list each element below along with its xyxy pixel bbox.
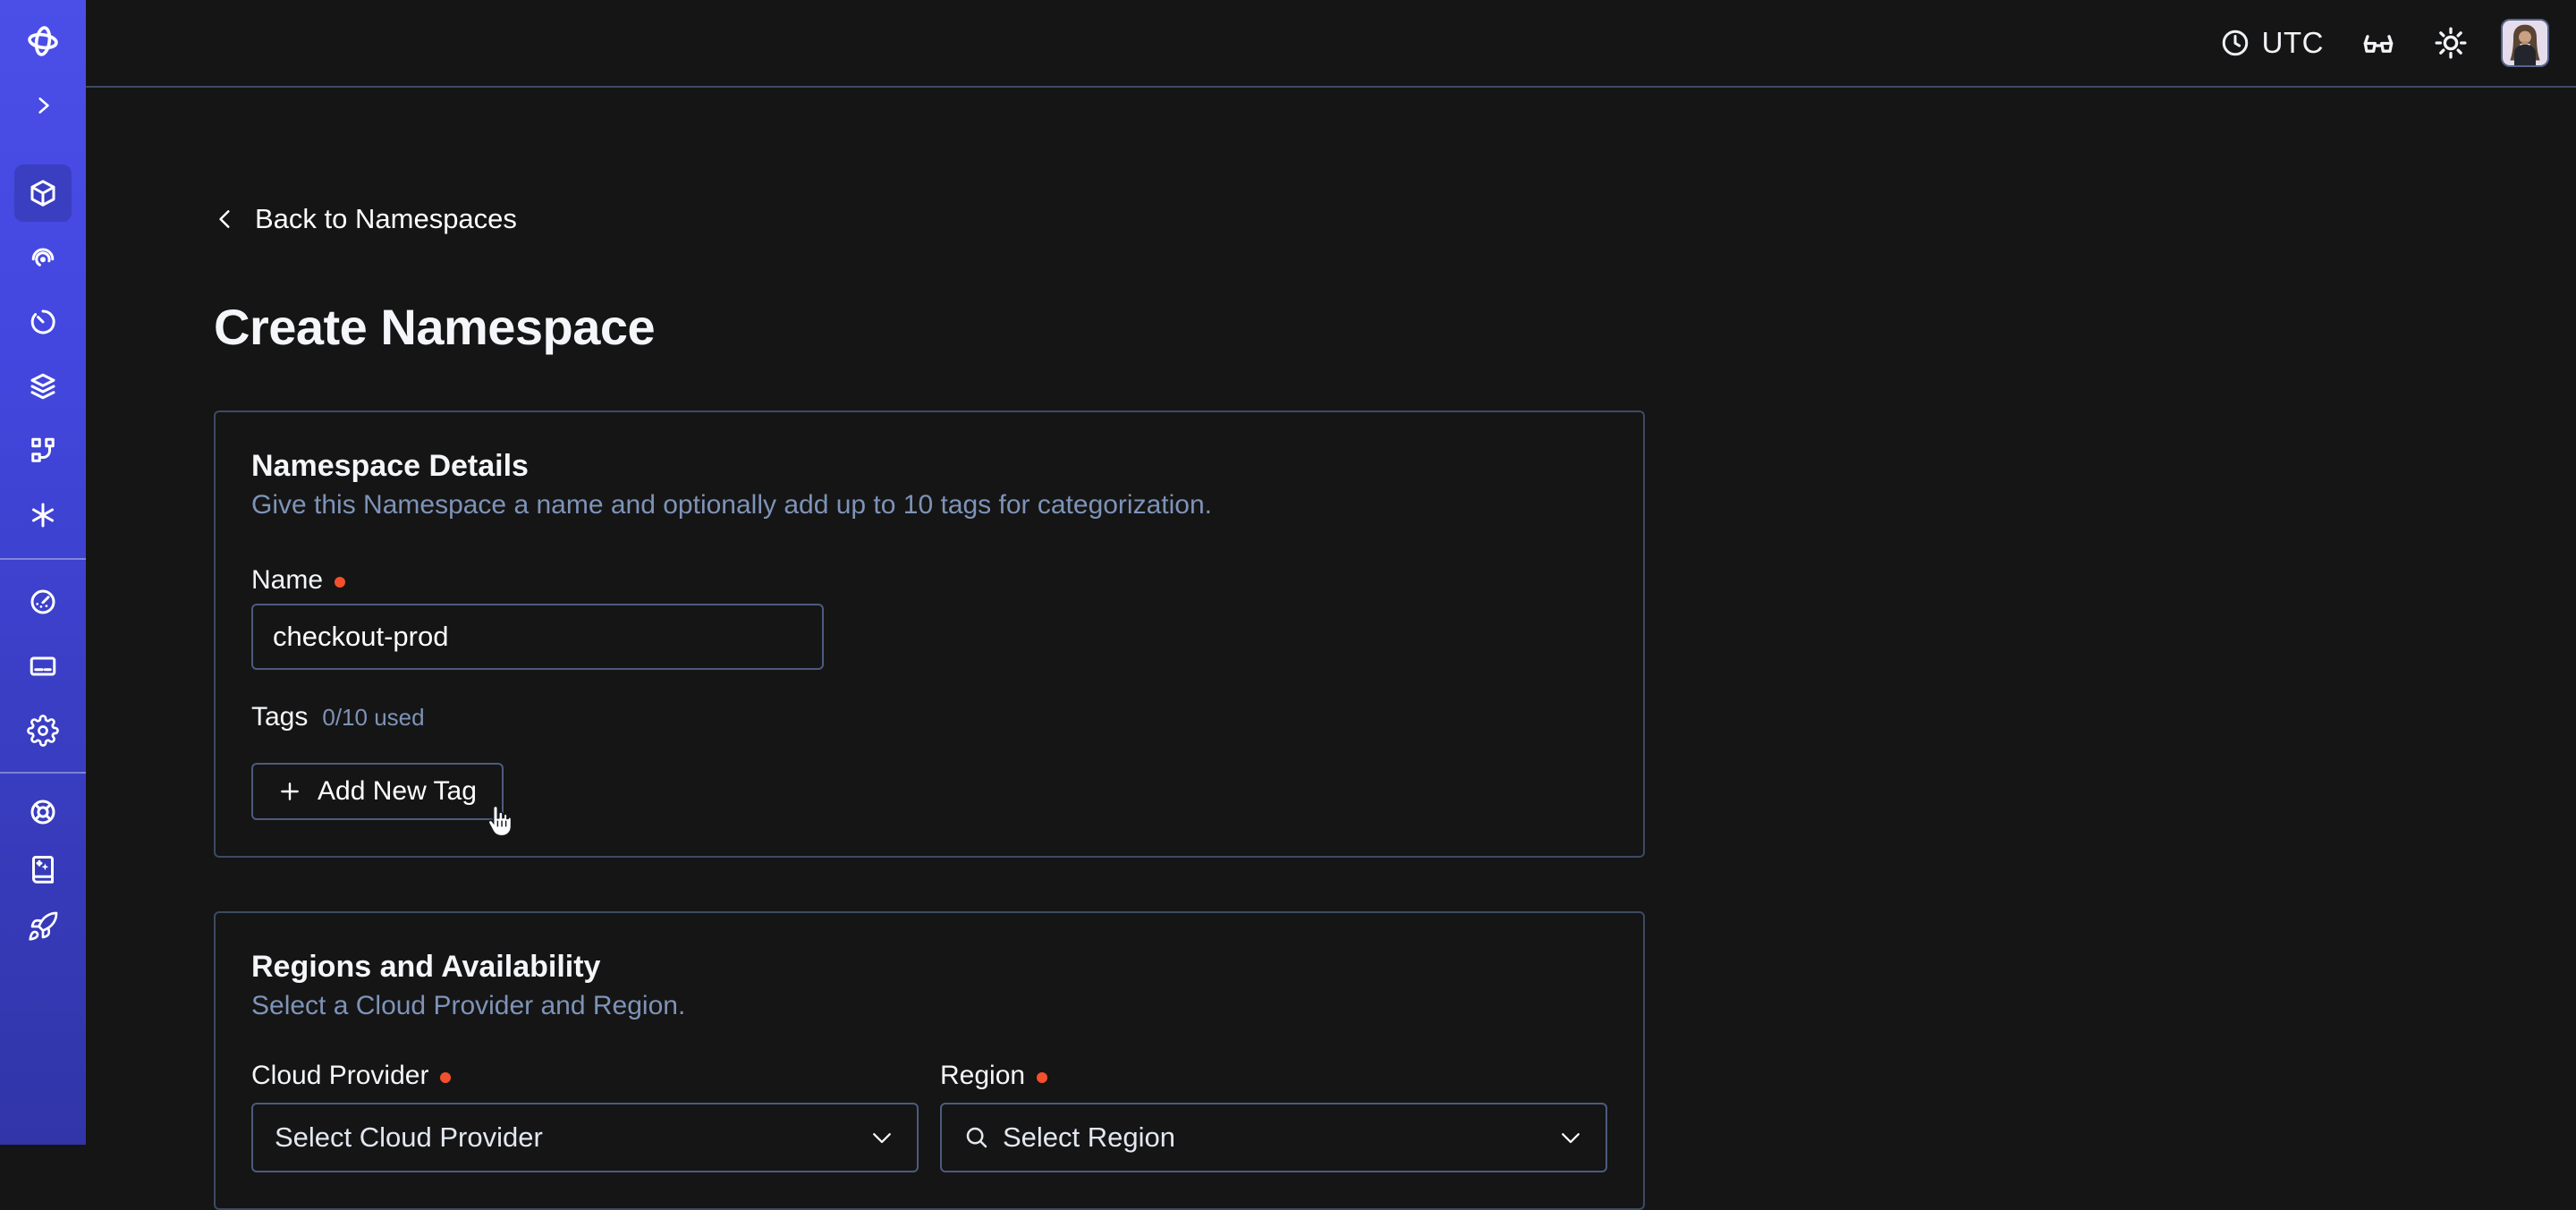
- topbar: UTC: [86, 0, 2576, 88]
- usage-gauge-icon: [27, 586, 59, 618]
- sidebar-item-workflows[interactable]: [14, 229, 72, 286]
- clock-icon: [2219, 27, 2251, 59]
- namespace-details-card: Namespace Details Give this Namespace a …: [214, 410, 1645, 858]
- required-dot: [440, 1072, 451, 1083]
- back-link-label: Back to Namespaces: [255, 204, 517, 234]
- settings-gear-icon: [27, 715, 59, 747]
- sidebar-item-namespaces[interactable]: [14, 165, 72, 222]
- cloud-provider-field: Cloud Provider Select Cloud Provider: [251, 1060, 919, 1172]
- nexus-asterisk-icon: [27, 499, 59, 531]
- chevron-left-icon: [214, 206, 237, 233]
- reader-mode-button[interactable]: [2360, 25, 2397, 61]
- main-content: Back to Namespaces Create Namespace Name…: [86, 88, 2576, 1145]
- sidebar-item-nexus[interactable]: [14, 487, 72, 544]
- chevron-down-icon: [869, 1124, 895, 1151]
- sidebar-item-support[interactable]: [14, 787, 72, 837]
- sidebar-item-usage[interactable]: [14, 573, 72, 630]
- sidebar-item-billing[interactable]: [14, 638, 72, 695]
- deployments-layers-icon: [27, 370, 59, 402]
- workflows-spiral-icon: [27, 241, 59, 274]
- tags-header: Tags 0/10 used: [251, 700, 1607, 734]
- sidebar-item-getting-started[interactable]: [14, 901, 72, 952]
- sidebar-item-docs[interactable]: [14, 844, 72, 894]
- namespaces-cube-icon: [27, 177, 59, 209]
- docs-book-icon: [27, 853, 59, 885]
- sidebar-nav-help: [14, 787, 72, 952]
- schedules-timer-icon: [27, 306, 59, 338]
- timezone-selector[interactable]: UTC: [2219, 26, 2324, 60]
- add-new-tag-button[interactable]: Add New Tag: [251, 763, 504, 820]
- regions-availability-card: Regions and Availability Select a Cloud …: [214, 911, 1645, 1210]
- getting-started-rocket-icon: [27, 910, 59, 943]
- required-dot: [1037, 1072, 1047, 1083]
- region-field: Region Select Region: [940, 1060, 1607, 1172]
- back-to-namespaces-link[interactable]: Back to Namespaces: [214, 204, 517, 234]
- temporal-logo-icon: [24, 21, 62, 61]
- plus-icon: [278, 780, 301, 803]
- chevron-down-icon: [1557, 1124, 1584, 1151]
- card-subtitle: Give this Namespace a name and optionall…: [251, 487, 1607, 523]
- glasses-icon: [2360, 25, 2397, 61]
- billing-card-icon: [27, 650, 59, 682]
- cloud-provider-label: Cloud Provider: [251, 1060, 919, 1092]
- name-field-label: Name: [251, 564, 1607, 597]
- region-label-text: Region: [940, 1060, 1025, 1092]
- cloud-provider-label-text: Cloud Provider: [251, 1060, 428, 1092]
- avatar-portrait: [2503, 21, 2547, 65]
- namespace-name-input[interactable]: [251, 604, 824, 670]
- card-title: Namespace Details: [251, 446, 1607, 486]
- sidebar-nav-account: [14, 573, 72, 759]
- sidebar-item-schedules[interactable]: [14, 293, 72, 351]
- sun-icon: [2433, 25, 2469, 61]
- sidebar: [0, 0, 86, 1145]
- theme-toggle-button[interactable]: [2433, 25, 2469, 61]
- batch-branch-icon: [27, 435, 59, 467]
- sidebar-item-batch-operations[interactable]: [14, 422, 72, 479]
- region-placeholder: Select Region: [1003, 1121, 1545, 1154]
- page-title: Create Namespace: [214, 298, 2576, 357]
- sidebar-item-settings[interactable]: [14, 702, 72, 759]
- search-icon: [963, 1124, 990, 1151]
- sidebar-item-deployments[interactable]: [14, 358, 72, 415]
- tags-label: Tags: [251, 700, 308, 734]
- region-select[interactable]: Select Region: [940, 1103, 1607, 1172]
- cloud-provider-select[interactable]: Select Cloud Provider: [251, 1103, 919, 1172]
- region-label: Region: [940, 1060, 1607, 1092]
- region-fields: Cloud Provider Select Cloud Provider Reg…: [251, 1060, 1607, 1172]
- user-avatar[interactable]: [2501, 19, 2549, 67]
- sidebar-divider: [0, 558, 86, 560]
- support-lifebuoy-icon: [27, 796, 59, 828]
- card-title: Regions and Availability: [251, 947, 1607, 986]
- sidebar-expand-chevron-icon[interactable]: [21, 86, 64, 125]
- cloud-provider-placeholder: Select Cloud Provider: [275, 1121, 856, 1154]
- sidebar-nav-primary: [14, 165, 72, 544]
- card-subtitle: Select a Cloud Provider and Region.: [251, 988, 1607, 1024]
- sidebar-divider: [0, 772, 86, 774]
- name-label-text: Name: [251, 564, 323, 597]
- tags-usage-count: 0/10 used: [322, 704, 424, 732]
- timezone-label: UTC: [2262, 26, 2324, 60]
- required-dot: [335, 577, 345, 588]
- add-tag-label: Add New Tag: [318, 776, 477, 807]
